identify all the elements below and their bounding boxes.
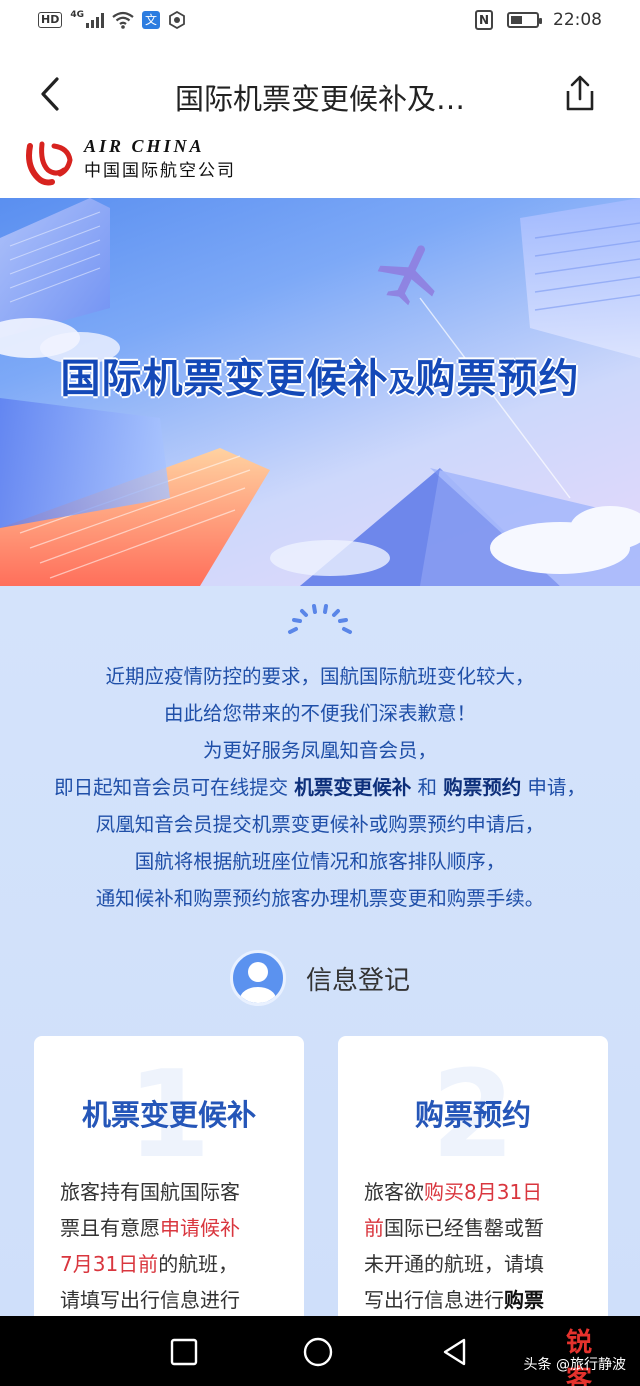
notice-bold-change: 机票变更候补 xyxy=(294,776,412,799)
logo-english-text: AIR CHINA xyxy=(84,136,205,156)
notice-text-span: 即日起知音会员可在线提交 xyxy=(54,776,295,799)
card-line: 请填写出行信息进行 xyxy=(60,1288,240,1312)
chevron-left-icon xyxy=(41,77,59,111)
main-content: 近期应疫情防控的要求，国航国际航班变化较大， 由此给您带来的不便我们深表歉意！ … xyxy=(0,586,640,1336)
battery-icon xyxy=(507,12,542,28)
card-line: 写出行信息进行购票 xyxy=(364,1282,588,1318)
shield-app-icon xyxy=(169,11,185,29)
page-title: 国际机票变更候补及… xyxy=(174,82,465,116)
watermark-text: 头条 @旅行静波 xyxy=(523,1357,626,1373)
registration-label: 信息登记 xyxy=(306,965,411,996)
loading-spinner-icon xyxy=(288,604,352,634)
notice-text-span: 和 xyxy=(411,776,444,799)
card-highlight: 申请候补 xyxy=(160,1216,240,1240)
card-text: 的航班， xyxy=(158,1252,239,1276)
notice-text-span: 申请， xyxy=(521,776,586,799)
notice-line: 即日起知音会员可在线提交 机票变更候补 和 购票预约 申请， xyxy=(0,769,640,806)
logo-chinese-text: 中国国际航空公司 xyxy=(84,161,236,181)
card-line: 未开通的航班，请填 xyxy=(364,1252,544,1276)
info-registration-header: 信息登记 xyxy=(230,950,410,1006)
notice-line: 由此给您带来的不便我们深表歉意！ xyxy=(163,702,476,725)
banner-title-part1: 国际机票变更候补 xyxy=(60,356,389,402)
wifi-icon xyxy=(112,11,134,29)
status-left: HD 4G 文 xyxy=(38,10,186,29)
card-highlight: 7月31日前 xyxy=(60,1252,159,1276)
notice-bold-booking: 购票预约 xyxy=(443,776,522,799)
notice-line: 凤凰知音会员提交机票变更候补或购票预约申请后， xyxy=(95,813,545,836)
card-line: 7月31日前的航班， xyxy=(60,1246,284,1282)
back-triangle-icon[interactable] xyxy=(440,1336,472,1368)
card-title: 购票预约 xyxy=(414,1098,531,1132)
share-icon xyxy=(566,75,594,111)
card-text: 旅客欲 xyxy=(364,1180,424,1204)
notice-line: 近期应疫情防控的要求，国航国际航班变化较大， xyxy=(105,665,535,688)
card-text: 写出行信息进行 xyxy=(364,1288,504,1312)
notice-line: 为更好服务凤凰知音会员， xyxy=(202,739,437,762)
notice-line: 国航将根据航班座位情况和旅客排队顺序， xyxy=(134,850,506,873)
air-china-phoenix-logo xyxy=(26,141,73,186)
card-line: 票且有意愿申请候补 xyxy=(60,1210,284,1246)
card-text: 票且有意愿 xyxy=(60,1216,160,1240)
card-text: 国际已经售罄或暂 xyxy=(384,1216,544,1240)
card-line: 前国际已经售罄或暂 xyxy=(364,1210,588,1246)
change-waitlist-card[interactable]: 1 机票变更候补 旅客持有国航国际客 票且有意愿申请候补 7月31日前的航班， … xyxy=(34,1036,304,1336)
status-bar: HD 4G 文 N 22:08 xyxy=(0,0,640,44)
card-highlight: 前 xyxy=(364,1216,384,1240)
signal-icon: 4G xyxy=(70,10,104,28)
card-line: 旅客持有国航国际客 xyxy=(60,1180,240,1204)
hd-badge: HD xyxy=(38,12,63,28)
banner-title-part3: 购票预约 xyxy=(415,356,580,402)
card-highlight: 购买8月31日 xyxy=(424,1180,543,1204)
system-navigation-bar: 锐客网 头条 @旅行静波 xyxy=(0,1316,640,1386)
share-button[interactable] xyxy=(560,74,600,114)
card-line: 旅客欲购买8月31日 xyxy=(364,1174,588,1210)
card-bold: 购票 xyxy=(504,1288,544,1312)
status-right: N 22:08 xyxy=(475,10,602,30)
user-avatar-icon xyxy=(230,950,286,1006)
purchase-reservation-card[interactable]: 2 购票预约 旅客欲购买8月31日 前国际已经售罄或暂 未开通的航班，请填 写出… xyxy=(338,1036,608,1336)
notice-text: 近期应疫情防控的要求，国航国际航班变化较大， 由此给您带来的不便我们深表歉意！ … xyxy=(0,658,640,917)
back-button[interactable] xyxy=(30,74,70,114)
hero-banner: 国际机票变更候补及购票预约 xyxy=(0,198,640,586)
banner-title-part2: 及 xyxy=(388,368,416,399)
recents-square-icon[interactable] xyxy=(168,1336,200,1368)
card-title: 机票变更候补 xyxy=(81,1098,256,1132)
banner-title: 国际机票变更候补及购票预约 xyxy=(0,346,640,404)
app-header: 国际机票变更候补及… xyxy=(0,44,640,144)
clock: 22:08 xyxy=(553,10,602,30)
nfc-icon: N xyxy=(475,10,493,30)
translate-app-icon: 文 xyxy=(142,11,160,29)
home-circle-icon[interactable] xyxy=(302,1336,334,1368)
airline-logo-row: AIR CHINA 中国国际航空公司 xyxy=(0,134,640,198)
card-description: 旅客欲购买8月31日 前国际已经售罄或暂 未开通的航班，请填 写出行信息进行购票 xyxy=(364,1174,588,1318)
network-type: 4G xyxy=(70,10,84,20)
notice-line: 通知候补和购票预约旅客办理机票变更和购票手续。 xyxy=(95,887,545,910)
card-description: 旅客持有国航国际客 票且有意愿申请候补 7月31日前的航班， 请填写出行信息进行 xyxy=(60,1174,284,1318)
